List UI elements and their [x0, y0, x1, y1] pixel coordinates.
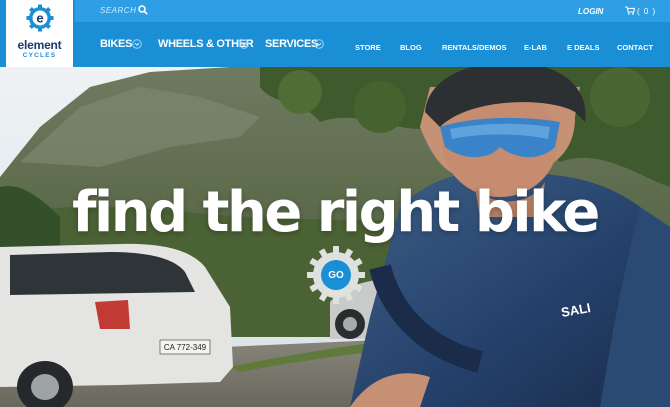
nav-services[interactable]: SERVICES [265, 38, 318, 50]
hero-banner: CA 772-349 SALI find the right bike GO [0, 67, 670, 407]
site-logo[interactable]: e element CYCLES [6, 0, 73, 67]
cart-icon[interactable] [625, 6, 635, 15]
nav-store[interactable]: STORE [355, 43, 381, 52]
nav-blog[interactable]: BLOG [400, 43, 422, 52]
nav-e-lab[interactable]: E-LAB [524, 43, 547, 52]
site-header: e element CYCLES SEARCH LOGIN ( 0 ) BIKE… [0, 0, 670, 67]
login-link[interactable]: LOGIN [578, 7, 603, 16]
cart-count[interactable]: ( 0 ) [637, 7, 656, 16]
nav-e-deals[interactable]: E DEALS [567, 43, 600, 52]
chevron-down-icon[interactable] [314, 39, 324, 49]
logo-wordmark: element [17, 38, 62, 52]
go-button[interactable]: GO [305, 270, 367, 281]
nav-rentals-demos[interactable]: RENTALS/DEMOS [442, 43, 506, 52]
search-input[interactable]: SEARCH [100, 6, 136, 15]
plate-text: CA 772-349 [164, 343, 207, 352]
nav-contact[interactable]: CONTACT [617, 43, 653, 52]
nav-bikes[interactable]: BIKES [100, 38, 132, 50]
gear-logo-icon: e [26, 4, 54, 32]
chevron-down-icon[interactable] [239, 39, 249, 49]
hero-headline: find the right bike [72, 180, 600, 245]
chevron-down-icon[interactable] [132, 39, 142, 49]
logo-mark: e [36, 11, 43, 26]
search-icon[interactable] [138, 5, 148, 15]
logo-subtitle: CYCLES [22, 52, 57, 59]
